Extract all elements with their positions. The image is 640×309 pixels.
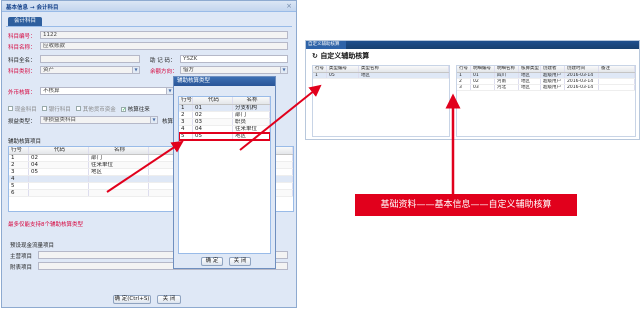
arrow-to-panel xyxy=(239,84,322,151)
arrow-to-popup xyxy=(106,140,184,193)
annotation-caption: 基础资料——基本信息——自定义辅助核算 xyxy=(355,194,577,216)
annotation-arrows xyxy=(106,84,461,194)
